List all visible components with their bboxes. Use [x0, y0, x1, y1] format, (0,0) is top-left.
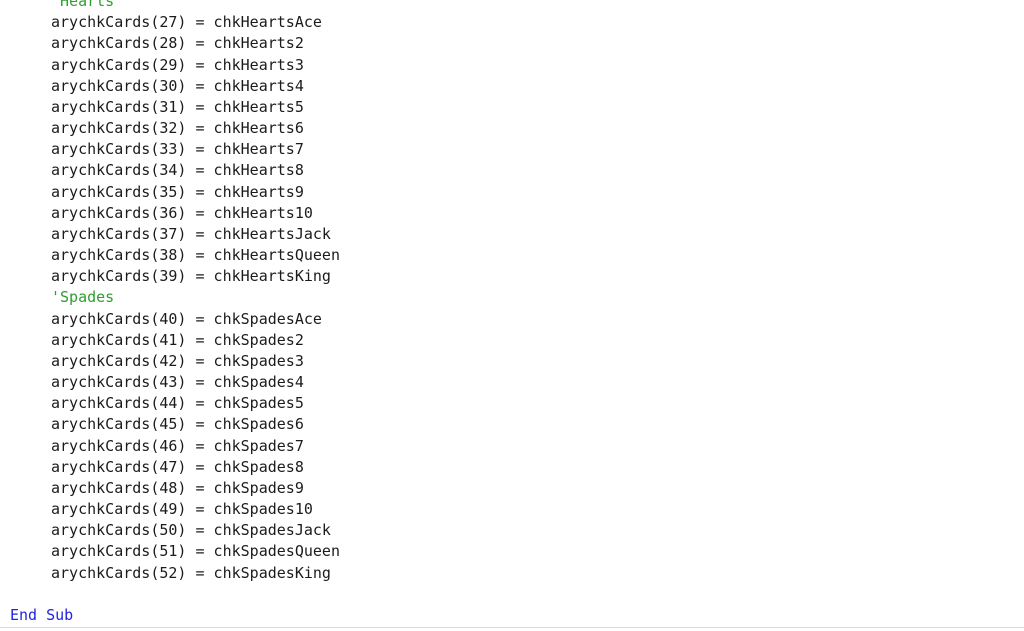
code-line[interactable]: arychkCards(42) = chkSpades3	[0, 351, 1024, 372]
code-line[interactable]: arychkCards(32) = chkHearts6	[0, 118, 1024, 139]
code-line[interactable]: arychkCards(33) = chkHearts7	[0, 139, 1024, 160]
code-line[interactable]: arychkCards(44) = chkSpades5	[0, 393, 1024, 414]
code-line[interactable]: arychkCards(27) = chkHeartsAce	[0, 12, 1024, 33]
code-line[interactable]: arychkCards(28) = chkHearts2	[0, 33, 1024, 54]
code-line[interactable]: arychkCards(48) = chkSpades9	[0, 478, 1024, 499]
code-line[interactable]: arychkCards(43) = chkSpades4	[0, 372, 1024, 393]
code-line[interactable]: arychkCards(34) = chkHearts8	[0, 160, 1024, 181]
code-line[interactable]: arychkCards(41) = chkSpades2	[0, 330, 1024, 351]
code-line[interactable]: arychkCards(47) = chkSpades8	[0, 457, 1024, 478]
code-line[interactable]: arychkCards(40) = chkSpadesAce	[0, 309, 1024, 330]
code-line[interactable]: arychkCards(37) = chkHeartsJack	[0, 224, 1024, 245]
code-line[interactable]: arychkCards(51) = chkSpadesQueen	[0, 541, 1024, 562]
code-line[interactable]: End Sub	[0, 605, 1024, 626]
code-line[interactable]: arychkCards(50) = chkSpadesJack	[0, 520, 1024, 541]
code-line[interactable]: arychkCards(36) = chkHearts10	[0, 203, 1024, 224]
code-editor-pane[interactable]: 'Hearts arychkCards(27) = chkHeartsAce ary…	[0, 0, 1024, 631]
code-line[interactable]: 'Hearts	[0, 0, 1024, 12]
code-line[interactable]: arychkCards(49) = chkSpades10	[0, 499, 1024, 520]
code-line[interactable]: arychkCards(39) = chkHeartsKing	[0, 266, 1024, 287]
code-line[interactable]: arychkCards(52) = chkSpadesKing	[0, 563, 1024, 584]
code-line[interactable]: 'Spades	[0, 287, 1024, 308]
code-line[interactable]: arychkCards(38) = chkHeartsQueen	[0, 245, 1024, 266]
code-line[interactable]: arychkCards(46) = chkSpades7	[0, 436, 1024, 457]
code-line[interactable]: arychkCards(29) = chkHearts3	[0, 55, 1024, 76]
code-line[interactable]: arychkCards(35) = chkHearts9	[0, 182, 1024, 203]
code-line[interactable]	[0, 584, 1024, 605]
code-line[interactable]: arychkCards(31) = chkHearts5	[0, 97, 1024, 118]
code-line[interactable]: arychkCards(45) = chkSpades6	[0, 414, 1024, 435]
code-text-surface[interactable]: 'Hearts arychkCards(27) = chkHeartsAce ary…	[0, 0, 1024, 626]
code-line[interactable]: arychkCards(30) = chkHearts4	[0, 76, 1024, 97]
